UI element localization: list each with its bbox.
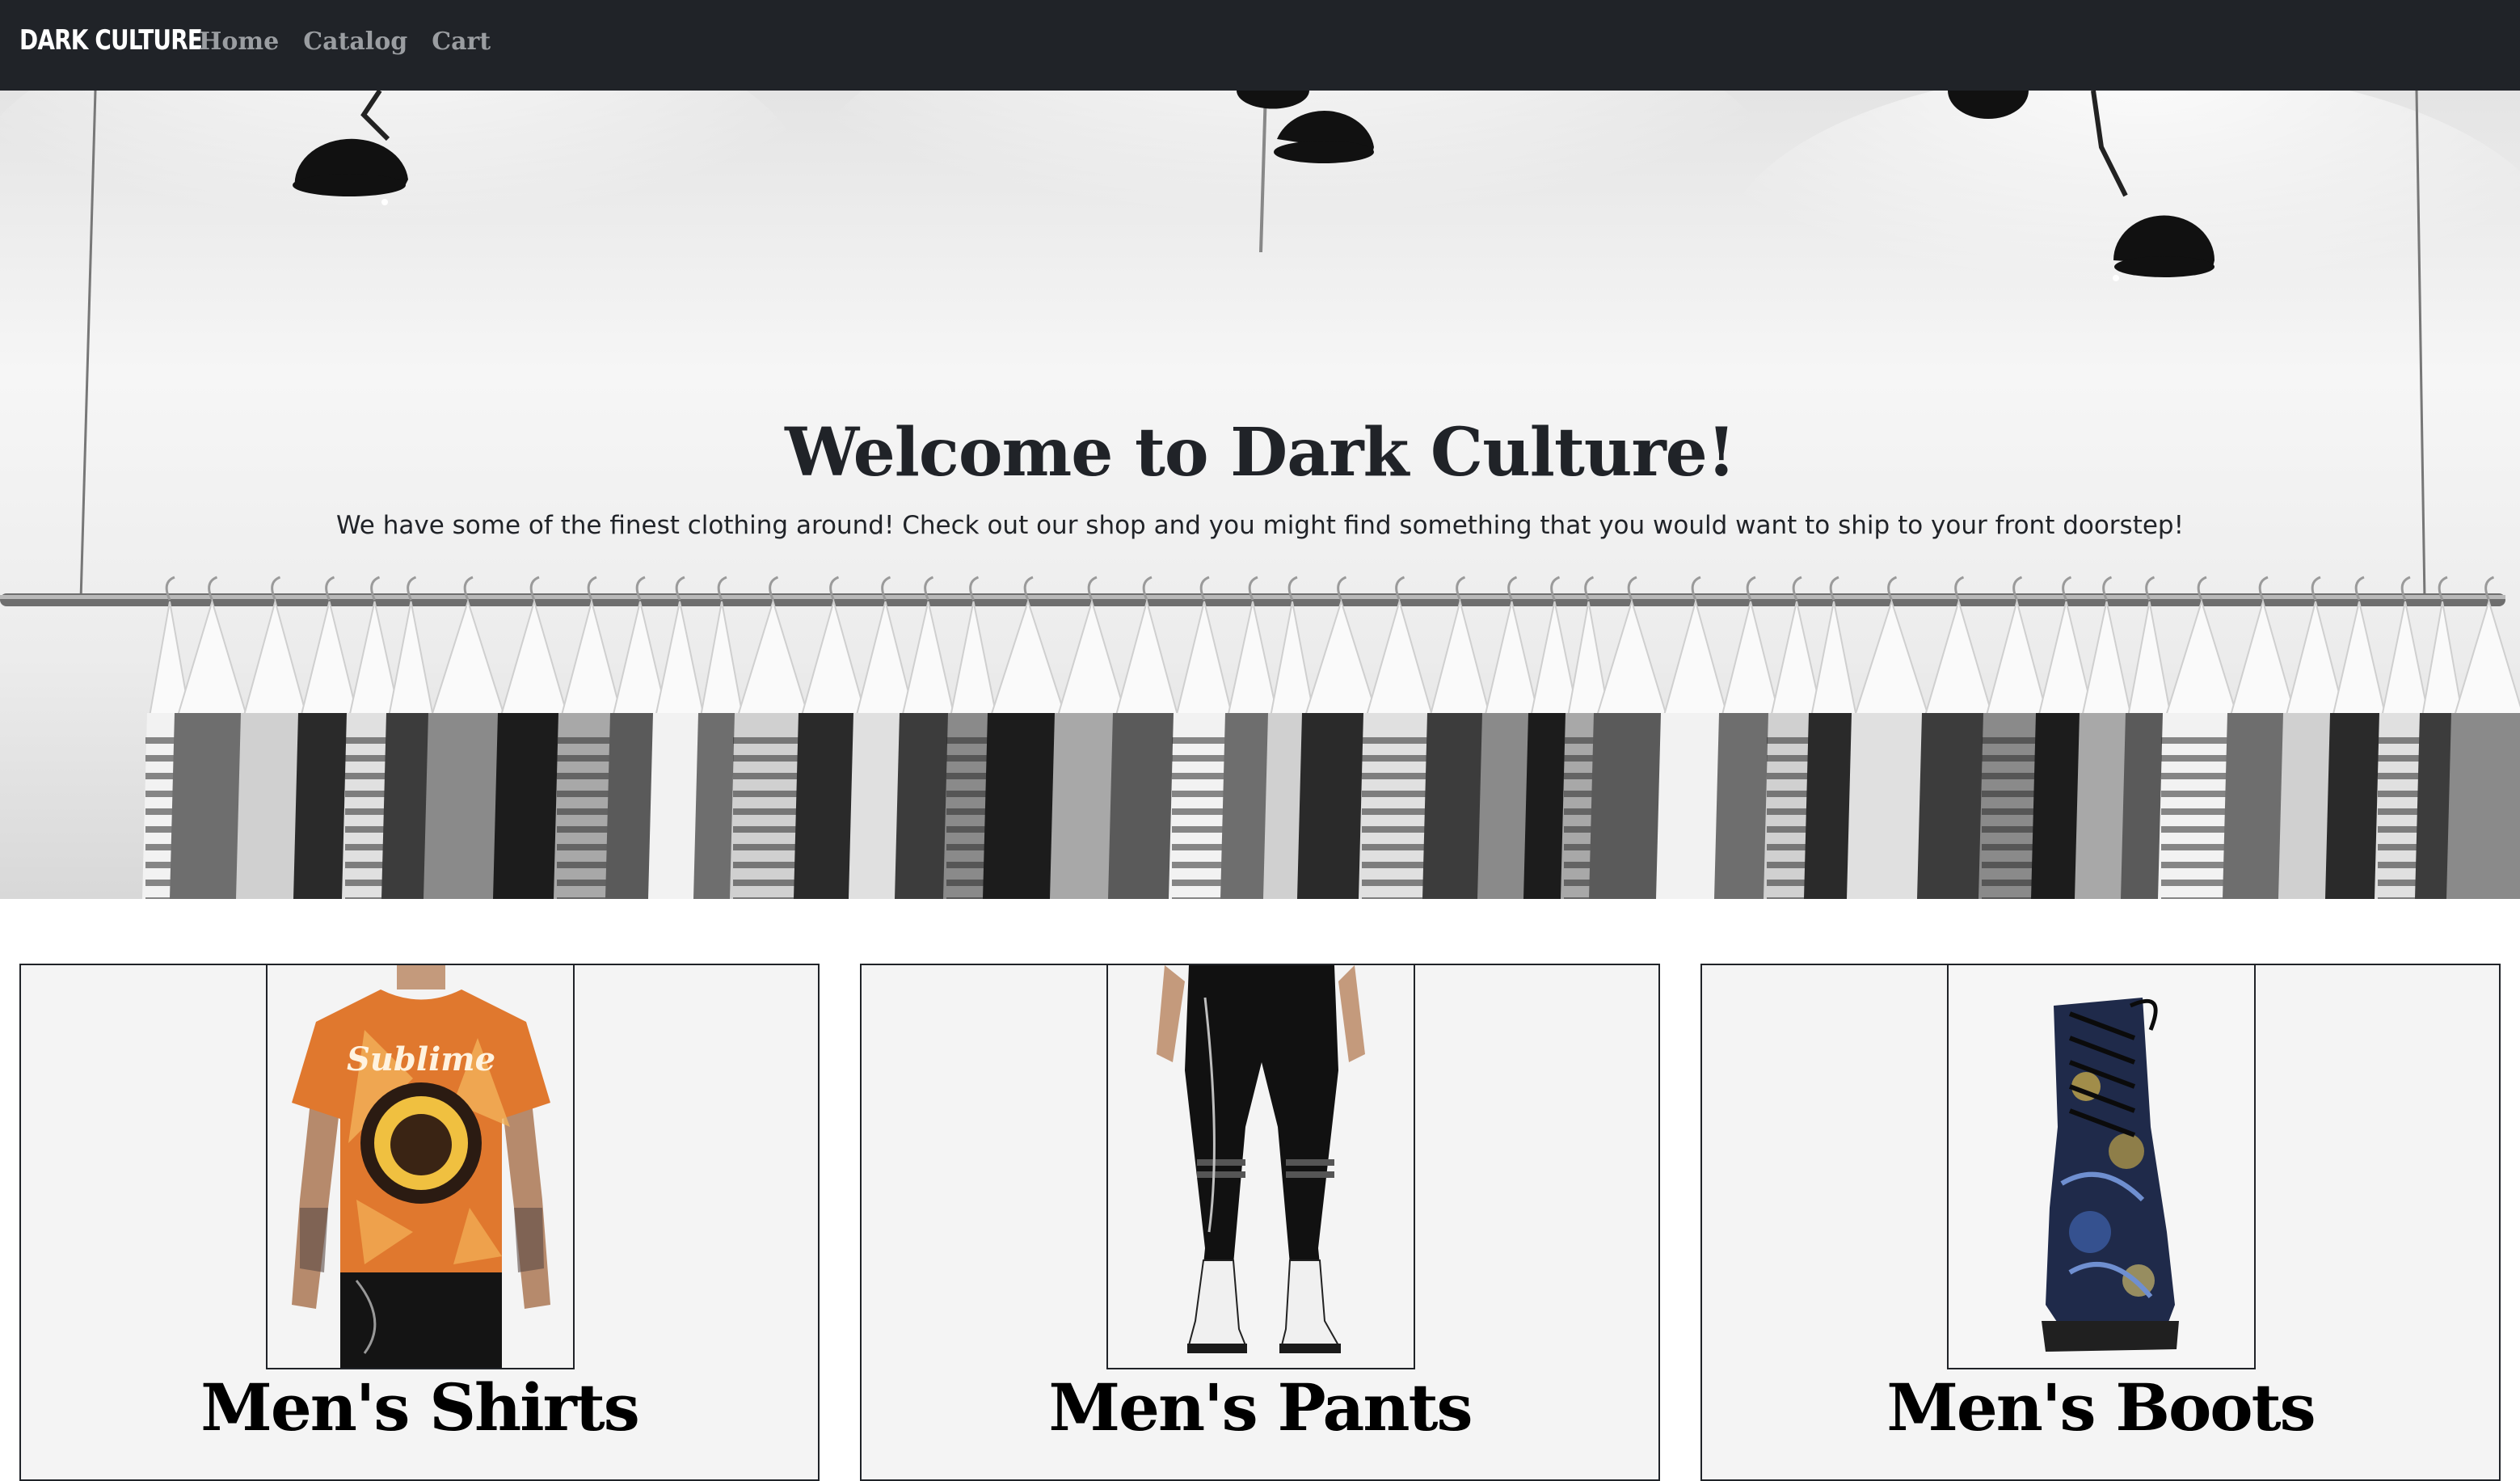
nav-link-catalog[interactable]: Catalog (303, 27, 407, 56)
navbar: DARK CULTURE Home Catalog Cart (0, 0, 2520, 91)
clothing-rack-photo (0, 91, 2520, 899)
category-card-shirts[interactable]: Sublime Men's Shirts (19, 964, 820, 1481)
nav-link-home[interactable]: Home (199, 27, 279, 56)
category-title-boots[interactable]: Men's Boots (1702, 1369, 2499, 1445)
category-card-pants[interactable]: Men's Pants (860, 964, 1660, 1481)
hero-subtitle: We have some of the finest clothing arou… (335, 511, 2185, 540)
hero-banner: Welcome to Dark Culture! We have some of… (0, 91, 2520, 899)
sublime-tshirt-image: Sublime (292, 965, 550, 1368)
black-pants-image (1157, 965, 1365, 1353)
hero-title: Welcome to Dark Culture! (785, 414, 1736, 492)
category-card-boots[interactable]: Men's Boots (1700, 964, 2501, 1481)
category-image-pants[interactable] (1106, 964, 1415, 1369)
category-image-boots[interactable] (1947, 964, 2256, 1369)
nav-link-cart[interactable]: Cart (432, 27, 491, 56)
nav-links: Home Catalog Cart (199, 27, 491, 56)
category-image-shirts[interactable]: Sublime (266, 964, 575, 1369)
category-title-shirts[interactable]: Men's Shirts (21, 1369, 818, 1445)
svg-text:Sublime: Sublime (347, 1040, 495, 1078)
category-title-pants[interactable]: Men's Pants (862, 1369, 1658, 1445)
starry-boot-image (1949, 965, 2254, 1368)
brand-logo[interactable]: DARK CULTURE (19, 24, 203, 57)
